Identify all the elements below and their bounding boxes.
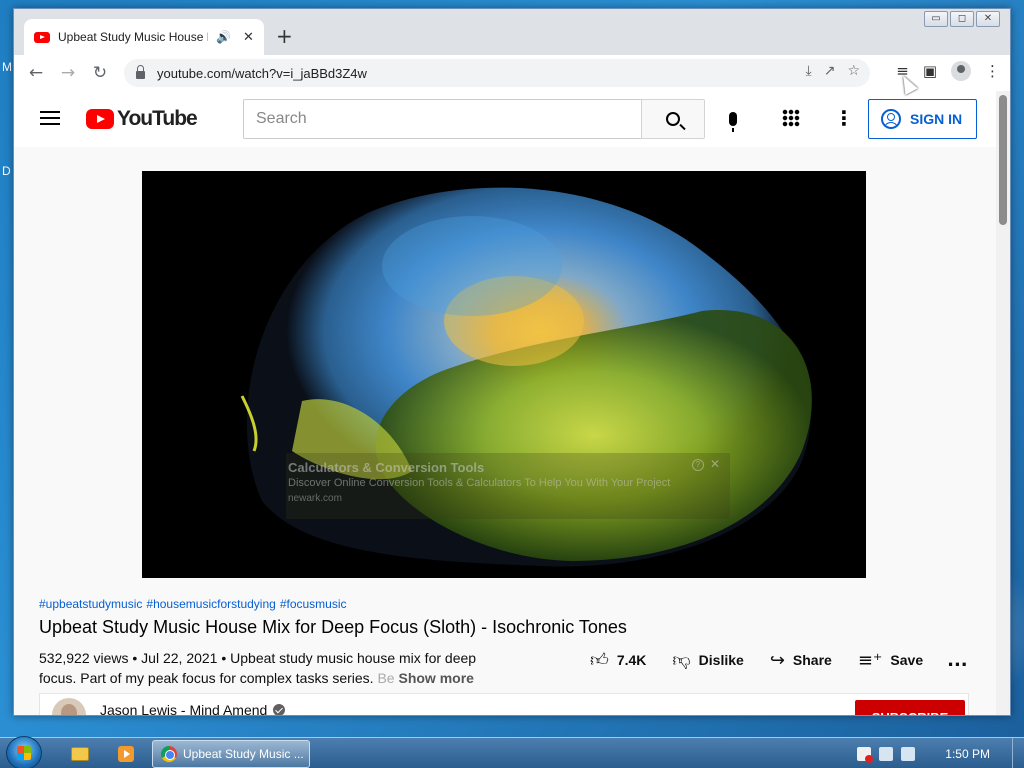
chrome-icon bbox=[161, 746, 177, 762]
reload-icon[interactable]: ↻ bbox=[84, 57, 116, 89]
address-bar[interactable]: youtube.com/watch?v=i_jaBBd3Z4w ⤓ ↗ ☆ bbox=[124, 59, 870, 87]
media-player-icon bbox=[118, 746, 134, 762]
voice-search-button[interactable] bbox=[713, 99, 753, 139]
ad-description: Discover Online Conversion Tools & Calcu… bbox=[288, 477, 671, 489]
browser-window: ▭ ◻ ✕ Upbeat Study Music House Mix for D… bbox=[13, 8, 1011, 716]
media-player-taskbar-button[interactable] bbox=[106, 742, 146, 766]
browser-menu-icon[interactable]: ⋮ bbox=[985, 62, 1000, 80]
sign-in-button[interactable]: SIGN IN bbox=[868, 99, 977, 139]
action-center-flag-icon[interactable] bbox=[857, 746, 874, 763]
search-input[interactable]: Search bbox=[243, 99, 641, 139]
youtube-logo[interactable]: YouTube bbox=[86, 107, 198, 131]
save-button[interactable]: ≡⁺ Save bbox=[858, 650, 923, 671]
channel-card: Jason Lewis - Mind Amend SUBSCRIBE bbox=[39, 693, 969, 715]
close-tab-icon[interactable]: ✕ bbox=[243, 30, 254, 45]
side-panel-icon[interactable]: ▣ bbox=[923, 62, 937, 80]
scrollbar-thumb[interactable] bbox=[999, 95, 1007, 225]
channel-name-row: Jason Lewis - Mind Amend bbox=[100, 702, 286, 715]
verified-check-icon bbox=[273, 704, 286, 715]
install-icon[interactable]: ⤓ bbox=[806, 63, 812, 79]
chrome-taskbar-button[interactable]: Upbeat Study Music ... bbox=[152, 740, 310, 768]
system-tray: 1:50 PM bbox=[857, 738, 1024, 768]
tab-strip: Upbeat Study Music House Mix for Deep Fo… bbox=[14, 9, 1010, 55]
more-actions-button[interactable]: ... bbox=[947, 650, 968, 671]
avatar[interactable] bbox=[52, 698, 86, 715]
share-icon[interactable]: ↗ bbox=[824, 63, 836, 79]
dislike-label: Dislike bbox=[698, 652, 744, 668]
share-button[interactable]: ↪ Share bbox=[770, 650, 832, 671]
start-button[interactable] bbox=[6, 736, 42, 768]
speaker-icon[interactable]: 🔊 bbox=[216, 30, 231, 44]
channel-name[interactable]: Jason Lewis - Mind Amend bbox=[100, 702, 267, 715]
ad-title[interactable]: Calculators & Conversion Tools bbox=[288, 460, 484, 475]
taskbar: Upbeat Study Music ... 1:50 PM bbox=[0, 736, 1024, 768]
hashtag-link[interactable]: #upbeatstudymusic bbox=[39, 597, 142, 611]
omnibox-actions: ⤓ ↗ ☆ bbox=[806, 63, 861, 79]
forward-arrow-icon[interactable]: → bbox=[52, 57, 84, 89]
ad-info-icon[interactable]: ? bbox=[692, 459, 704, 471]
ad-domain: newark.com bbox=[288, 493, 342, 504]
volume-icon[interactable] bbox=[901, 746, 916, 761]
like-button[interactable]: 👍︎ 7.4K bbox=[590, 649, 646, 671]
description-line: 532,922 views • Jul 22, 2021 • Upbeat st… bbox=[39, 650, 477, 666]
thumbs-up-icon: 👍︎ bbox=[590, 650, 609, 671]
browser-toolbar: ← → ↻ youtube.com/watch?v=i_jaBBd3Z4w ⤓ … bbox=[14, 55, 1010, 91]
desktop-icon-label: M bbox=[2, 60, 12, 74]
hashtag-link[interactable]: #housemusicforstudying bbox=[146, 597, 275, 611]
lock-icon[interactable] bbox=[136, 65, 145, 79]
new-tab-button[interactable]: + bbox=[276, 24, 293, 48]
hashtags: #upbeatstudymusic #housemusicforstudying #… bbox=[39, 597, 351, 611]
youtube-favicon-icon bbox=[34, 31, 50, 43]
hashtag-link[interactable]: #focusmusic bbox=[280, 597, 347, 611]
video-player[interactable]: Calculators & Conversion Tools Discover … bbox=[142, 171, 866, 578]
page-scrollbar[interactable] bbox=[996, 91, 1010, 715]
video-overlay-ad[interactable]: Calculators & Conversion Tools Discover … bbox=[286, 453, 730, 519]
bookmark-star-icon[interactable]: ☆ bbox=[847, 63, 860, 79]
youtube-logo-text: YouTube bbox=[117, 107, 198, 130]
folder-icon bbox=[71, 747, 89, 761]
share-label: Share bbox=[792, 652, 832, 668]
tab-title: Upbeat Study Music House Mix for Deep Fo… bbox=[58, 30, 208, 44]
url-text[interactable]: youtube.com/watch?v=i_jaBBd3Z4w bbox=[157, 66, 367, 81]
account-icon bbox=[881, 109, 901, 129]
dislike-button[interactable]: 👎︎ Dislike bbox=[672, 649, 743, 671]
thumbs-down-icon: 👎︎ bbox=[672, 650, 691, 671]
description-line: focus. Part of my peak focus for complex… bbox=[39, 668, 489, 688]
clock[interactable]: 1:50 PM bbox=[945, 747, 990, 761]
search-button[interactable] bbox=[641, 99, 705, 139]
description-fade-text: Be bbox=[377, 670, 395, 686]
description-text: focus. Part of my peak focus for complex… bbox=[39, 670, 374, 686]
desktop-icon-label: D bbox=[2, 164, 11, 178]
like-count: 7.4K bbox=[616, 652, 647, 668]
back-arrow-icon[interactable]: ← bbox=[20, 57, 52, 89]
apps-grid-icon[interactable] bbox=[782, 109, 800, 127]
show-more-link[interactable]: Show more bbox=[398, 670, 473, 686]
profile-icon[interactable] bbox=[951, 61, 971, 81]
share-arrow-icon: ↪ bbox=[769, 649, 785, 671]
browser-tab[interactable]: Upbeat Study Music House Mix for Deep Fo… bbox=[24, 19, 264, 55]
ad-close-icon[interactable]: ✕ bbox=[710, 457, 720, 471]
explorer-taskbar-button[interactable] bbox=[60, 742, 100, 766]
sign-in-label: SIGN IN bbox=[910, 111, 963, 127]
settings-more-icon[interactable]: ⋮ bbox=[834, 107, 854, 129]
network-icon[interactable] bbox=[879, 746, 894, 761]
microphone-icon bbox=[729, 112, 737, 132]
search-icon bbox=[666, 112, 680, 126]
show-desktop-button[interactable] bbox=[1012, 738, 1024, 768]
subscribe-button[interactable]: SUBSCRIBE bbox=[855, 700, 965, 715]
menu-hamburger-icon[interactable] bbox=[40, 111, 60, 125]
video-description[interactable]: 532,922 views • Jul 22, 2021 • Upbeat st… bbox=[39, 648, 489, 688]
youtube-masthead: YouTube Search ⋮ SIGN IN bbox=[14, 91, 998, 147]
taskbar-task-label: Upbeat Study Music ... bbox=[183, 747, 304, 761]
add-to-playlist-icon: ≡⁺ bbox=[857, 649, 883, 671]
youtube-page: YouTube Search ⋮ SIGN IN Calculators & C… bbox=[14, 91, 998, 715]
video-title: Upbeat Study Music House Mix for Deep Fo… bbox=[39, 617, 627, 637]
video-actions: 👍︎ 7.4K 👎︎ Dislike ↪ Share ≡⁺ Save ... bbox=[590, 649, 968, 672]
youtube-play-icon bbox=[86, 109, 114, 129]
save-label: Save bbox=[890, 652, 924, 668]
